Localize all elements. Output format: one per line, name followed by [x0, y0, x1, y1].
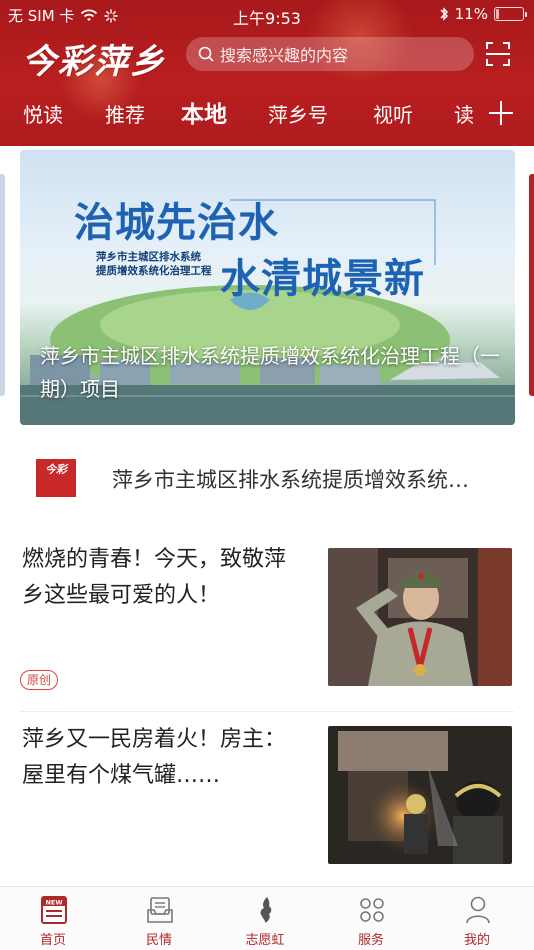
carousel-prev-slide[interactable]	[0, 174, 5, 396]
tab-tuijian[interactable]: 推荐	[105, 86, 145, 144]
scan-icon[interactable]	[485, 41, 511, 67]
original-badge: 原创	[20, 670, 59, 690]
volunteer-icon	[260, 897, 272, 923]
headline-ticker[interactable]: 今彩 萍乡市主城区排水系统提质增效系统…	[0, 446, 534, 510]
tabbar-home[interactable]: NEW 首页	[0, 887, 106, 950]
tab-pingxianghao[interactable]: 萍乡号	[268, 86, 328, 144]
article-card[interactable]: 燃烧的青春！今天，致敬萍乡这些最可爱的人！ 原创	[0, 542, 534, 692]
add-channel-icon[interactable]	[486, 98, 516, 128]
veteran-saluting-photo	[328, 548, 512, 686]
article-title: 燃烧的青春！今天，致敬萍乡这些最可爱的人！	[22, 547, 287, 608]
grid-icon	[360, 898, 384, 922]
channel-tabs: 悦读 推荐 本地 萍乡号 视听 读	[0, 86, 534, 144]
search-icon	[198, 46, 214, 62]
tabbar-wode[interactable]: 我的	[424, 887, 530, 950]
tabbar-label: 服务	[357, 933, 384, 948]
tabbar-label: 志愿虹	[245, 933, 285, 948]
inbox-icon	[147, 897, 173, 923]
tab-du[interactable]: 读	[454, 86, 474, 144]
svg-text:NEW: NEW	[45, 899, 62, 907]
divider	[20, 711, 514, 712]
tabbar-fuwu[interactable]: 服务	[318, 887, 424, 950]
news-icon: NEW	[41, 896, 67, 924]
app-logo: 今彩萍乡	[22, 42, 166, 82]
tab-bendi[interactable]: 本地	[181, 86, 227, 144]
tabbar-zhiyuanhong[interactable]: 志愿虹	[212, 887, 318, 950]
banner-subtitle-line-2: 提质增效系统化治理工程	[96, 265, 212, 277]
bluetooth-icon	[440, 7, 448, 21]
article-card[interactable]: 萍乡又一民房着火！房主：屋里有个煤气罐……	[0, 722, 534, 872]
featured-banner[interactable]: 治城先治水 萍乡市主城区排水系统 提质增效系统化治理工程 水清城景新 萍乡市主城…	[20, 150, 515, 425]
person-icon	[466, 896, 490, 924]
article-thumbnail	[328, 726, 512, 864]
carousel-next-slide[interactable]	[529, 174, 534, 396]
tabbar-label: 民情	[145, 933, 172, 948]
banner-subtitle-line-1: 萍乡市主城区排水系统	[96, 251, 201, 263]
article-title: 萍乡又一民房着火！房主：屋里有个煤气罐……	[22, 727, 287, 788]
feed[interactable]: 治城先治水 萍乡市主城区排水系统 提质增效系统化治理工程 水清城景新 萍乡市主城…	[0, 146, 534, 886]
banner-headline-1: 治城先治水	[74, 200, 279, 246]
tabbar-label: 我的	[463, 933, 490, 948]
ticker-headline: 萍乡市主城区排水系统提质增效系统…	[112, 468, 469, 492]
bottom-tab-bar: NEW 首页 民情 志愿虹 服务 我的	[0, 886, 534, 950]
battery-percent: 11%	[454, 5, 488, 23]
tab-shiting[interactable]: 视听	[373, 86, 413, 144]
app-header: 无 SIM 卡 上午9:53 11% 今彩萍乡 搜索感兴趣的内容 悦读 推荐 本…	[0, 0, 534, 146]
battery-icon	[494, 7, 527, 21]
tab-yuedu[interactable]: 悦读	[23, 86, 63, 144]
ticker-logo: 今彩	[36, 459, 76, 497]
tabbar-minqing[interactable]: 民情	[106, 887, 212, 950]
banner-subtitle: 萍乡市主城区排水系统 提质增效系统化治理工程	[96, 250, 226, 278]
banner-headline-2: 水清城景新	[220, 256, 425, 302]
search-placeholder: 搜索感兴趣的内容	[220, 46, 349, 65]
status-bar: 无 SIM 卡 上午9:53 11%	[0, 0, 534, 30]
article-thumbnail	[328, 548, 512, 686]
fire-scene-photo	[328, 726, 512, 864]
banner-caption: 萍乡市主城区排水系统提质增效系统化治理工程（一期）项目	[40, 344, 500, 401]
tabbar-label: 首页	[39, 933, 66, 948]
search-bar[interactable]: 搜索感兴趣的内容	[186, 37, 474, 71]
battery-level	[496, 9, 499, 19]
